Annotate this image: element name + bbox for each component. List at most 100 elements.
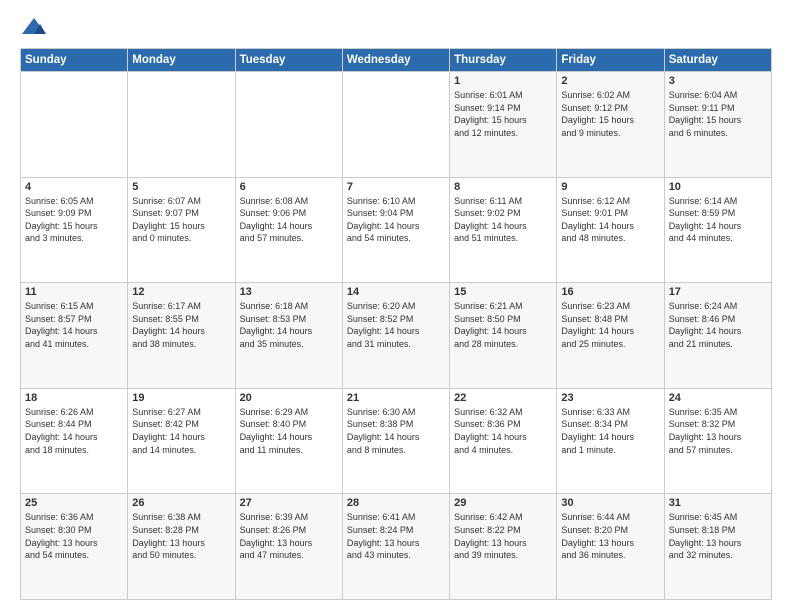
weekday-header: Friday [557,49,664,72]
calendar-cell [235,72,342,178]
calendar-week-row: 4 Sunrise: 6:05 AMSunset: 9:09 PMDaylight… [21,177,772,283]
calendar-week-row: 25 Sunrise: 6:36 AMSunset: 8:30 PMDayligh… [21,494,772,600]
day-info: Sunrise: 6:35 AMSunset: 8:32 PMDaylight:… [669,406,767,456]
day-number: 10 [669,181,767,193]
calendar-cell: 14 Sunrise: 6:20 AMSunset: 8:52 PMDayligh… [342,283,449,389]
day-info: Sunrise: 6:32 AMSunset: 8:36 PMDaylight:… [454,406,552,456]
day-number: 15 [454,286,552,298]
day-number: 26 [132,497,230,509]
day-info: Sunrise: 6:44 AMSunset: 8:20 PMDaylight:… [561,511,659,561]
day-info: Sunrise: 6:27 AMSunset: 8:42 PMDaylight:… [132,406,230,456]
logo [20,16,52,38]
day-info: Sunrise: 6:01 AMSunset: 9:14 PMDaylight:… [454,89,552,139]
day-info: Sunrise: 6:26 AMSunset: 8:44 PMDaylight:… [25,406,123,456]
calendar-cell: 28 Sunrise: 6:41 AMSunset: 8:24 PMDayligh… [342,494,449,600]
day-number: 9 [561,181,659,193]
day-number: 17 [669,286,767,298]
calendar-cell: 3 Sunrise: 6:04 AMSunset: 9:11 PMDaylight… [664,72,771,178]
day-info: Sunrise: 6:10 AMSunset: 9:04 PMDaylight:… [347,195,445,245]
calendar-cell: 21 Sunrise: 6:30 AMSunset: 8:38 PMDayligh… [342,388,449,494]
day-number: 1 [454,75,552,87]
day-info: Sunrise: 6:04 AMSunset: 9:11 PMDaylight:… [669,89,767,139]
day-info: Sunrise: 6:23 AMSunset: 8:48 PMDaylight:… [561,300,659,350]
logo-icon [20,16,48,38]
day-info: Sunrise: 6:21 AMSunset: 8:50 PMDaylight:… [454,300,552,350]
calendar-cell: 30 Sunrise: 6:44 AMSunset: 8:20 PMDayligh… [557,494,664,600]
calendar-cell: 23Sunrise: 6:33 AMSunset: 8:34 PMDayligh… [557,388,664,494]
calendar-cell: 26 Sunrise: 6:38 AMSunset: 8:28 PMDayligh… [128,494,235,600]
day-number: 5 [132,181,230,193]
calendar-header-row: SundayMondayTuesdayWednesdayThursdayFrid… [21,49,772,72]
day-number: 14 [347,286,445,298]
day-number: 22 [454,392,552,404]
calendar-cell: 18Sunrise: 6:26 AMSunset: 8:44 PMDayligh… [21,388,128,494]
day-number: 8 [454,181,552,193]
page: SundayMondayTuesdayWednesdayThursdayFrid… [0,0,792,612]
day-number: 30 [561,497,659,509]
calendar-cell: 16 Sunrise: 6:23 AMSunset: 8:48 PMDayligh… [557,283,664,389]
day-info: Sunrise: 6:36 AMSunset: 8:30 PMDaylight:… [25,511,123,561]
weekday-header: Wednesday [342,49,449,72]
day-info: Sunrise: 6:12 AMSunset: 9:01 PMDaylight:… [561,195,659,245]
day-number: 19 [132,392,230,404]
day-number: 6 [240,181,338,193]
calendar-cell: 1 Sunrise: 6:01 AMSunset: 9:14 PMDaylight… [450,72,557,178]
day-number: 13 [240,286,338,298]
day-number: 2 [561,75,659,87]
day-info: Sunrise: 6:29 AMSunset: 8:40 PMDaylight:… [240,406,338,456]
day-number: 4 [25,181,123,193]
day-number: 21 [347,392,445,404]
day-number: 11 [25,286,123,298]
calendar-cell: 19 Sunrise: 6:27 AMSunset: 8:42 PMDayligh… [128,388,235,494]
calendar-cell: 17 Sunrise: 6:24 AMSunset: 8:46 PMDayligh… [664,283,771,389]
day-info: Sunrise: 6:38 AMSunset: 8:28 PMDaylight:… [132,511,230,561]
calendar-cell: 4 Sunrise: 6:05 AMSunset: 9:09 PMDaylight… [21,177,128,283]
day-info: Sunrise: 6:24 AMSunset: 8:46 PMDaylight:… [669,300,767,350]
weekday-header: Monday [128,49,235,72]
calendar-cell: 8 Sunrise: 6:11 AMSunset: 9:02 PMDaylight… [450,177,557,283]
calendar-cell: 27Sunrise: 6:39 AMSunset: 8:26 PMDayligh… [235,494,342,600]
calendar-cell: 10Sunrise: 6:14 AMSunset: 8:59 PMDayligh… [664,177,771,283]
header [20,16,772,38]
calendar-cell: 7 Sunrise: 6:10 AMSunset: 9:04 PMDaylight… [342,177,449,283]
weekday-header: Tuesday [235,49,342,72]
calendar-cell: 2 Sunrise: 6:02 AMSunset: 9:12 PMDaylight… [557,72,664,178]
calendar-cell: 13Sunrise: 6:18 AMSunset: 8:53 PMDayligh… [235,283,342,389]
calendar-cell: 22 Sunrise: 6:32 AMSunset: 8:36 PMDayligh… [450,388,557,494]
day-info: Sunrise: 6:30 AMSunset: 8:38 PMDaylight:… [347,406,445,456]
calendar-cell: 11 Sunrise: 6:15 AMSunset: 8:57 PMDayligh… [21,283,128,389]
day-number: 16 [561,286,659,298]
day-info: Sunrise: 6:41 AMSunset: 8:24 PMDaylight:… [347,511,445,561]
calendar-cell [128,72,235,178]
calendar-cell: 15 Sunrise: 6:21 AMSunset: 8:50 PMDayligh… [450,283,557,389]
calendar-table: SundayMondayTuesdayWednesdayThursdayFrid… [20,48,772,600]
day-number: 25 [25,497,123,509]
calendar-cell: 12 Sunrise: 6:17 AMSunset: 8:55 PMDayligh… [128,283,235,389]
day-info: Sunrise: 6:33 AMSunset: 8:34 PMDaylight:… [561,406,659,456]
day-number: 29 [454,497,552,509]
day-number: 7 [347,181,445,193]
day-info: Sunrise: 6:17 AMSunset: 8:55 PMDaylight:… [132,300,230,350]
day-info: Sunrise: 6:15 AMSunset: 8:57 PMDaylight:… [25,300,123,350]
calendar-week-row: 11 Sunrise: 6:15 AMSunset: 8:57 PMDayligh… [21,283,772,389]
calendar-cell: 31Sunrise: 6:45 AMSunset: 8:18 PMDayligh… [664,494,771,600]
calendar-cell: 20Sunrise: 6:29 AMSunset: 8:40 PMDayligh… [235,388,342,494]
day-info: Sunrise: 6:39 AMSunset: 8:26 PMDaylight:… [240,511,338,561]
day-info: Sunrise: 6:08 AMSunset: 9:06 PMDaylight:… [240,195,338,245]
day-info: Sunrise: 6:45 AMSunset: 8:18 PMDaylight:… [669,511,767,561]
calendar-cell: 5 Sunrise: 6:07 AMSunset: 9:07 PMDaylight… [128,177,235,283]
day-info: Sunrise: 6:07 AMSunset: 9:07 PMDaylight:… [132,195,230,245]
day-info: Sunrise: 6:42 AMSunset: 8:22 PMDaylight:… [454,511,552,561]
day-number: 3 [669,75,767,87]
calendar-week-row: 18Sunrise: 6:26 AMSunset: 8:44 PMDayligh… [21,388,772,494]
day-info: Sunrise: 6:02 AMSunset: 9:12 PMDaylight:… [561,89,659,139]
day-number: 28 [347,497,445,509]
weekday-header: Sunday [21,49,128,72]
day-number: 12 [132,286,230,298]
day-info: Sunrise: 6:11 AMSunset: 9:02 PMDaylight:… [454,195,552,245]
calendar-week-row: 1 Sunrise: 6:01 AMSunset: 9:14 PMDaylight… [21,72,772,178]
calendar-cell: 24Sunrise: 6:35 AMSunset: 8:32 PMDayligh… [664,388,771,494]
day-info: Sunrise: 6:05 AMSunset: 9:09 PMDaylight:… [25,195,123,245]
weekday-header: Thursday [450,49,557,72]
day-info: Sunrise: 6:20 AMSunset: 8:52 PMDaylight:… [347,300,445,350]
